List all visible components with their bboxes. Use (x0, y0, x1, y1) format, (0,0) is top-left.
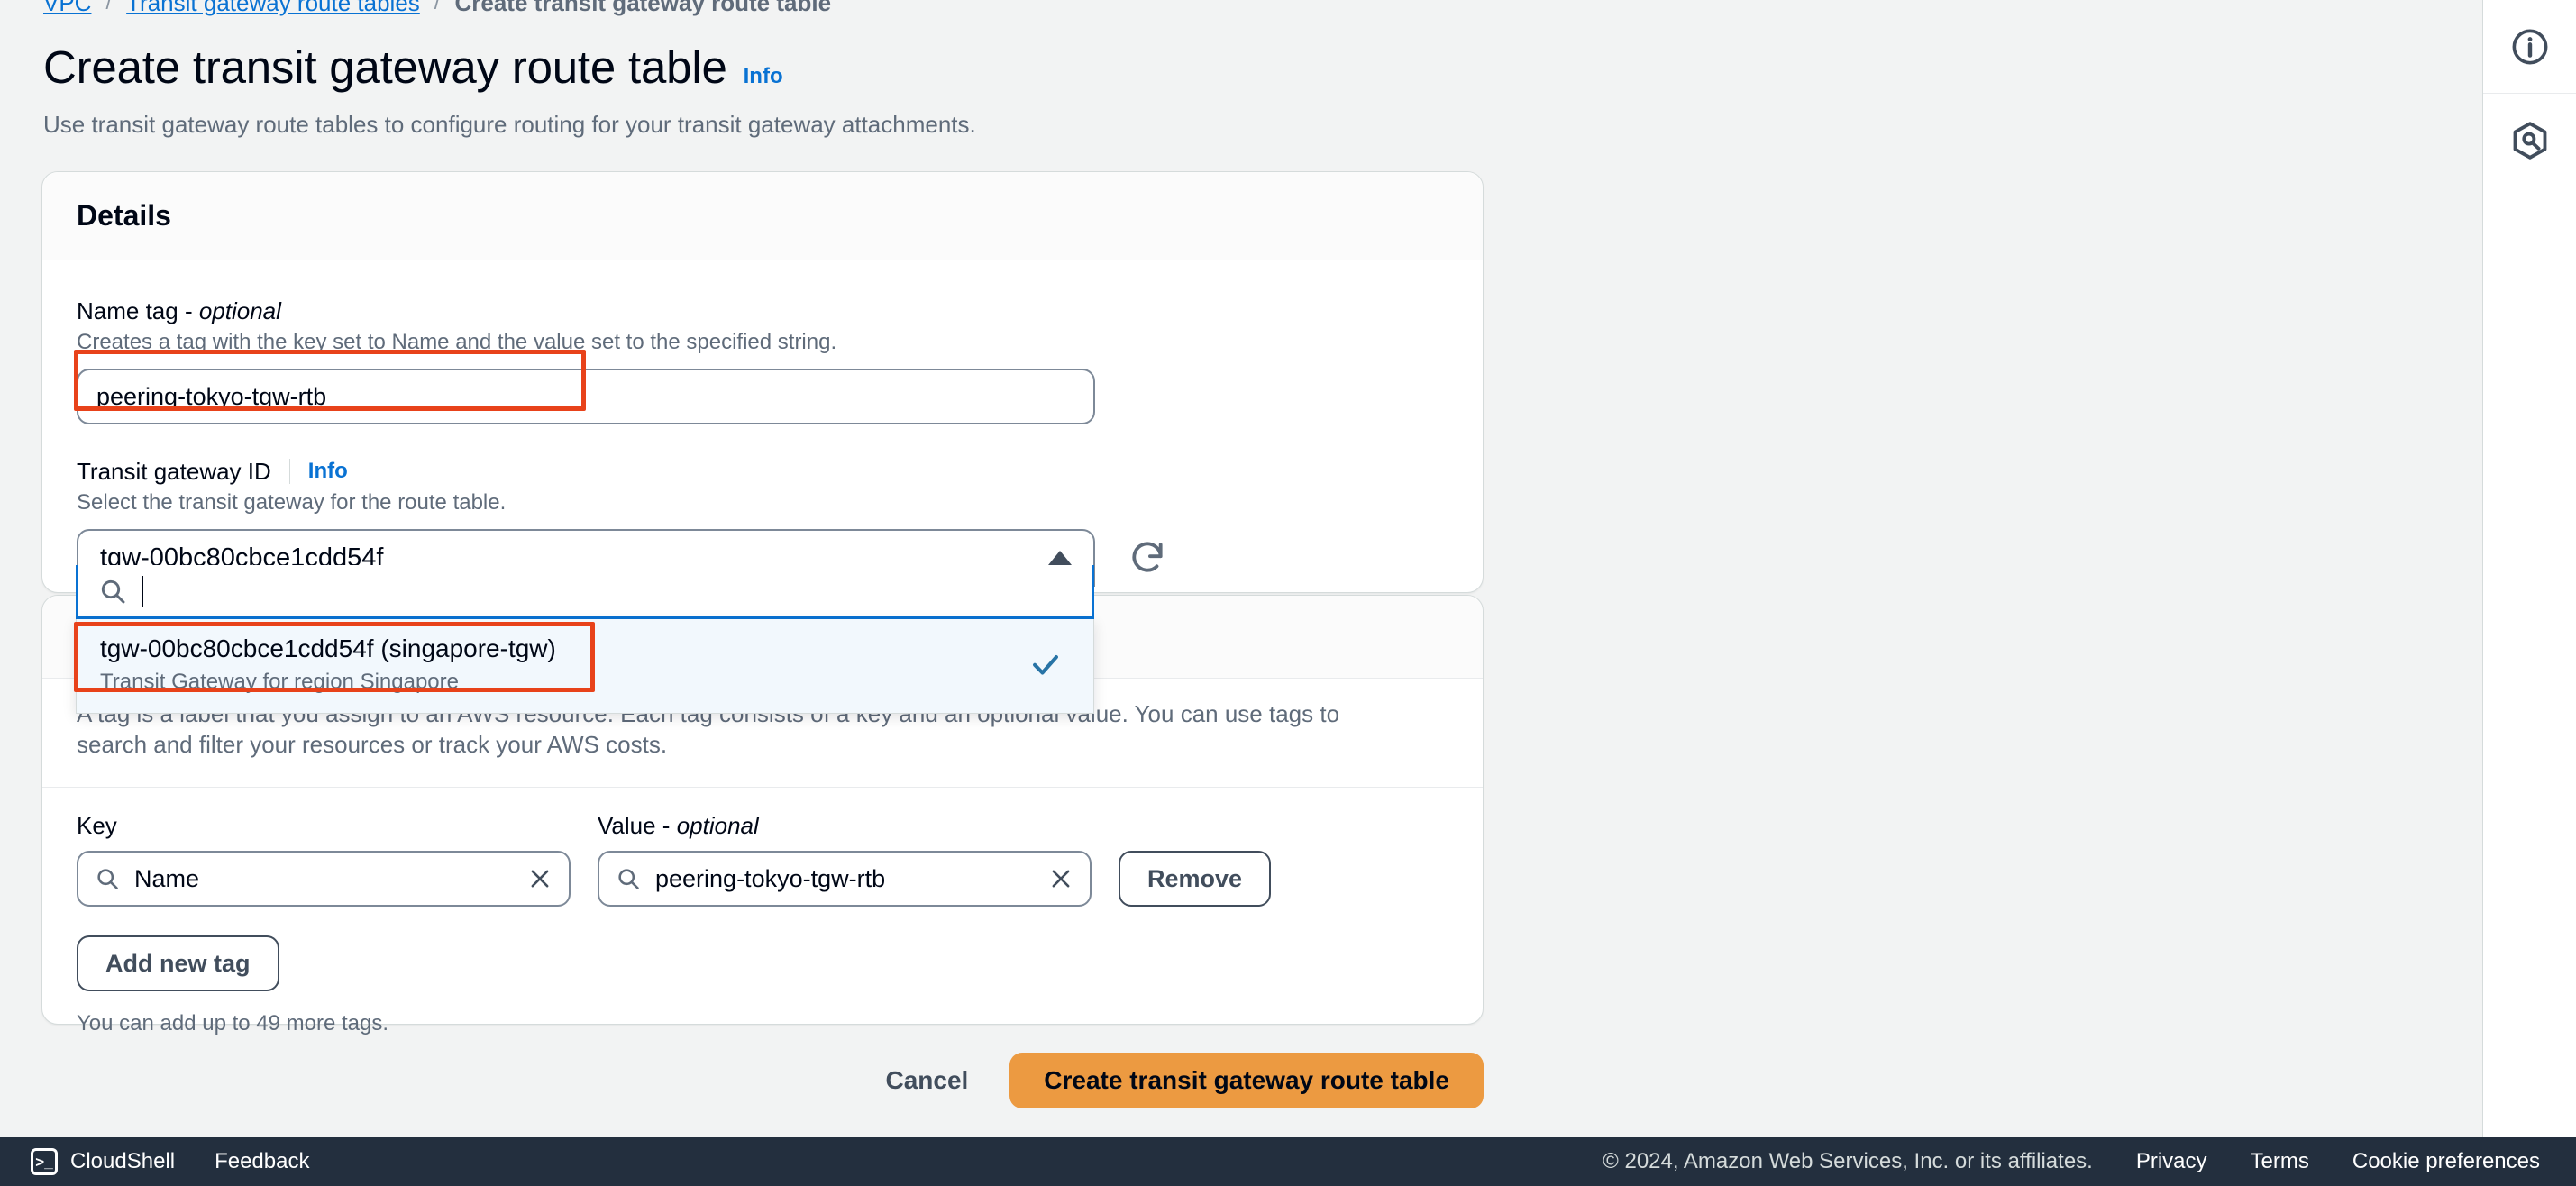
name-tag-label-text: Name tag - (77, 297, 199, 324)
tag-key-input[interactable]: Name (77, 851, 571, 907)
name-tag-input-value: peering-tokyo-tgw-rtb (96, 382, 327, 410)
right-rail (2482, 0, 2576, 1137)
dropdown-option-list: tgw-00bc80cbce1cdd54f (singapore-tgw) Tr… (76, 619, 1094, 714)
tag-value-column: Value - optional peering-tokyo-tgw-rtb (598, 811, 1092, 907)
tag-value-input[interactable]: peering-tokyo-tgw-rtb (598, 851, 1092, 907)
clear-icon[interactable] (527, 866, 553, 891)
refresh-icon[interactable] (1128, 538, 1167, 578)
tag-limit-text: You can add up to 49 more tags. (77, 1011, 389, 1035)
cloudshell-button[interactable]: >_ CloudShell (31, 1148, 175, 1175)
remove-tag-button[interactable]: Remove (1119, 851, 1272, 907)
right-rail-gap (2470, 0, 2482, 1137)
cookie-preferences-link[interactable]: Cookie preferences (2352, 1149, 2540, 1174)
tag-key-header: Key (77, 812, 117, 839)
tag-row: Key Name Value - optional peering-tokyo-… (42, 811, 1483, 907)
search-icon (98, 577, 127, 606)
tag-key-value: Name (134, 864, 200, 892)
cancel-button[interactable]: Cancel (854, 1053, 999, 1108)
name-tag-description: Creates a tag with the key set to Name a… (77, 330, 837, 354)
chevron-up-icon (1048, 551, 1072, 565)
feedback-label: Feedback (215, 1149, 310, 1173)
details-card-body: Name tag - optional Creates a tag with t… (42, 260, 1483, 587)
breadcrumb-item-current: Create transit gateway route table (454, 0, 832, 16)
details-card: Details Name tag - optional Creates a ta… (41, 171, 1484, 593)
check-icon (1028, 647, 1063, 681)
name-tag-optional-text: optional (198, 297, 281, 324)
breadcrumb: VPC / Transit gateway route tables / Cre… (43, 0, 831, 16)
info-circle-icon (2509, 26, 2551, 68)
breadcrumb-separator: / (105, 0, 113, 14)
details-card-header: Details (42, 172, 1483, 260)
name-tag-label: Name tag - optional (77, 296, 1448, 325)
cloudshell-label: CloudShell (70, 1149, 176, 1173)
help-panel-toggle[interactable] (2483, 0, 2576, 94)
copyright-text: © 2024, Amazon Web Services, Inc. or its… (1603, 1149, 2093, 1173)
tags-divider (42, 787, 1483, 788)
search-icon (95, 866, 120, 891)
bottom-bar: >_ CloudShell Feedback © 2024, Amazon We… (0, 1137, 2576, 1186)
transit-gateway-id-label-row: Transit gateway ID Info (77, 457, 1448, 486)
tags-card-body: A tag is a label that you assign to an A… (42, 679, 1483, 1036)
search-icon (616, 866, 641, 891)
breadcrumb-item-vpc[interactable]: VPC (43, 0, 91, 16)
terms-link[interactable]: Terms (2251, 1149, 2309, 1174)
breadcrumb-separator: / (434, 0, 441, 14)
cloudshell-icon: >_ (31, 1148, 58, 1175)
tag-value-header-text: Value - (598, 812, 677, 839)
tag-value-header: Value - optional (598, 811, 1092, 840)
transit-gateway-id-info-link[interactable]: Info (308, 459, 348, 484)
page-header: Create transit gateway route table Info (43, 41, 783, 94)
privacy-link[interactable]: Privacy (2136, 1149, 2207, 1174)
label-divider (288, 459, 290, 484)
transit-gateway-id-label: Transit gateway ID (77, 458, 271, 485)
dropdown-option[interactable]: tgw-00bc80cbce1cdd54f (singapore-tgw) Tr… (77, 619, 1093, 713)
amazon-q-hexagon-icon (2509, 120, 2551, 161)
tag-value-value: peering-tokyo-tgw-rtb (655, 864, 886, 892)
page-root: VPC / Transit gateway route tables / Cre… (0, 0, 2470, 1186)
clear-icon[interactable] (1048, 866, 1073, 891)
transit-gateway-id-description: Select the transit gateway for the route… (77, 490, 507, 515)
bottom-bar-right: © 2024, Amazon Web Services, Inc. or its… (1603, 1149, 2576, 1174)
transit-gateway-id-dropdown: tgw-00bc80cbce1cdd54f (singapore-tgw) Tr… (76, 565, 1094, 714)
form-actions: Cancel Create transit gateway route tabl… (41, 1053, 1484, 1108)
tag-key-column: Key Name (77, 811, 571, 907)
details-card-title: Details (77, 199, 171, 232)
text-cursor (142, 575, 143, 607)
feedback-button[interactable]: Feedback (215, 1149, 309, 1174)
dropdown-option-sub: Transit Gateway for region Singapore (100, 670, 459, 694)
amazon-q-toggle[interactable] (2483, 94, 2576, 187)
page-title: Create transit gateway route table (43, 41, 727, 93)
dropdown-option-main: tgw-00bc80cbce1cdd54f (singapore-tgw) (100, 634, 556, 662)
dropdown-search-input[interactable] (76, 565, 1094, 619)
create-transit-gateway-route-table-button[interactable]: Create transit gateway route table (1009, 1053, 1484, 1108)
page-description: Use transit gateway route tables to conf… (43, 111, 976, 138)
breadcrumb-item-transit-gateway-route-tables[interactable]: Transit gateway route tables (126, 0, 420, 16)
add-new-tag-button[interactable]: Add new tag (77, 935, 279, 991)
bottom-bar-left: >_ CloudShell Feedback (0, 1148, 309, 1175)
name-tag-input[interactable]: peering-tokyo-tgw-rtb (77, 369, 1095, 424)
page-info-link[interactable]: Info (744, 64, 783, 89)
tag-value-optional-text: optional (676, 812, 759, 839)
